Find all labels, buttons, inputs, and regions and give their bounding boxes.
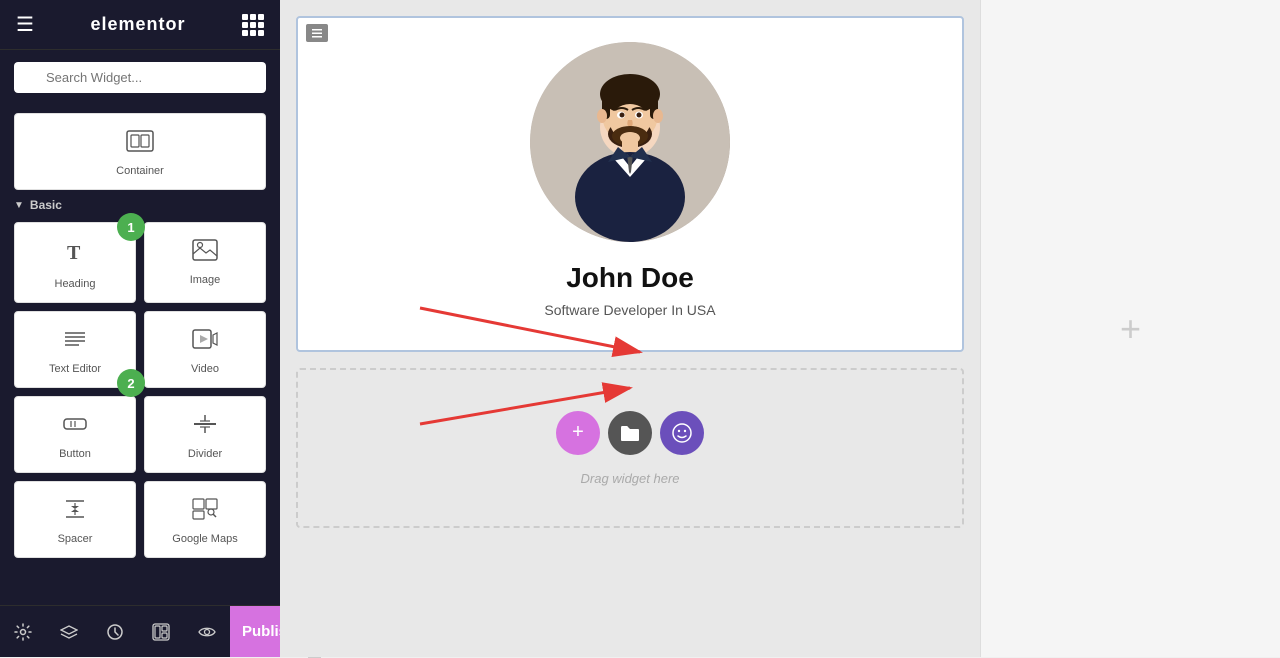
right-panel: + [980,0,1280,657]
layers-button[interactable] [46,606,92,658]
drop-zone: + Drag widget here [296,368,964,528]
bottom-icons [0,606,230,657]
widget-container[interactable]: Container [14,113,266,190]
card-handle[interactable] [306,24,328,42]
heading-label: Heading [55,278,96,290]
text-editor-icon [62,328,88,357]
elementor-logo: elementor [90,14,185,35]
eye-button[interactable] [184,606,230,658]
widget-video[interactable]: Video [144,311,266,388]
right-panel-plus: + [1120,308,1141,350]
widget-gallery[interactable]: Google Maps [144,481,266,558]
hamburger-icon[interactable]: ☰ [16,12,34,37]
profile-card: John Doe Software Developer In USA [296,16,964,352]
widgets-area: Container ▼ Basic T Heading 1 [0,105,280,605]
folder-button[interactable] [608,411,652,455]
basic-widgets-grid: T Heading 1 Image [14,222,266,558]
widget-divider[interactable]: Divider [144,396,266,473]
add-widget-button[interactable]: + [556,411,600,455]
avatar [530,42,730,242]
sidebar: ☰ elementor 🔍 Container [0,0,280,657]
container-label: Container [116,165,164,177]
widget-heading[interactable]: T Heading 1 [14,222,136,303]
widget-button[interactable]: Button [14,396,136,473]
history-button[interactable] [92,606,138,658]
badge-2: 2 [117,369,145,397]
video-label: Video [191,363,219,375]
text-editor-label: Text Editor [49,363,101,375]
divider-label: Divider [188,448,222,460]
heading-icon: T [62,239,88,272]
widget-spacer[interactable]: Spacer [14,481,136,558]
drop-buttons: + [556,411,704,455]
widget-text-editor[interactable]: Text Editor 2 [14,311,136,388]
person-title: Software Developer In USA [544,302,715,318]
search-area: 🔍 [0,50,280,105]
settings-button[interactable] [0,606,46,658]
emoji-button[interactable] [660,411,704,455]
main-canvas: John Doe Software Developer In USA + [280,0,980,657]
sidebar-header: ☰ elementor [0,0,280,50]
widget-image[interactable]: Image [144,222,266,303]
video-icon [192,328,218,357]
button-icon [62,413,88,442]
search-input[interactable] [14,62,266,93]
spacer-label: Spacer [58,533,93,545]
image-icon [192,239,218,268]
divider-icon [192,413,218,442]
person-name: John Doe [566,262,694,294]
grid-icon[interactable] [242,14,264,36]
section-basic-label: ▼ Basic [14,198,266,212]
bottom-bar: Publish ▲ [0,605,280,657]
svg-text:T: T [67,242,81,264]
container-icon [126,130,154,159]
badge-1: 1 [117,213,145,241]
section-chevron: ▼ [14,200,24,211]
template-button[interactable] [138,606,184,658]
button-label: Button [59,448,91,460]
drop-text: Drag widget here [581,471,680,486]
gallery-label: Google Maps [172,533,237,545]
spacer-icon [62,498,88,527]
image-label: Image [190,274,221,286]
gallery-icon [192,498,218,527]
